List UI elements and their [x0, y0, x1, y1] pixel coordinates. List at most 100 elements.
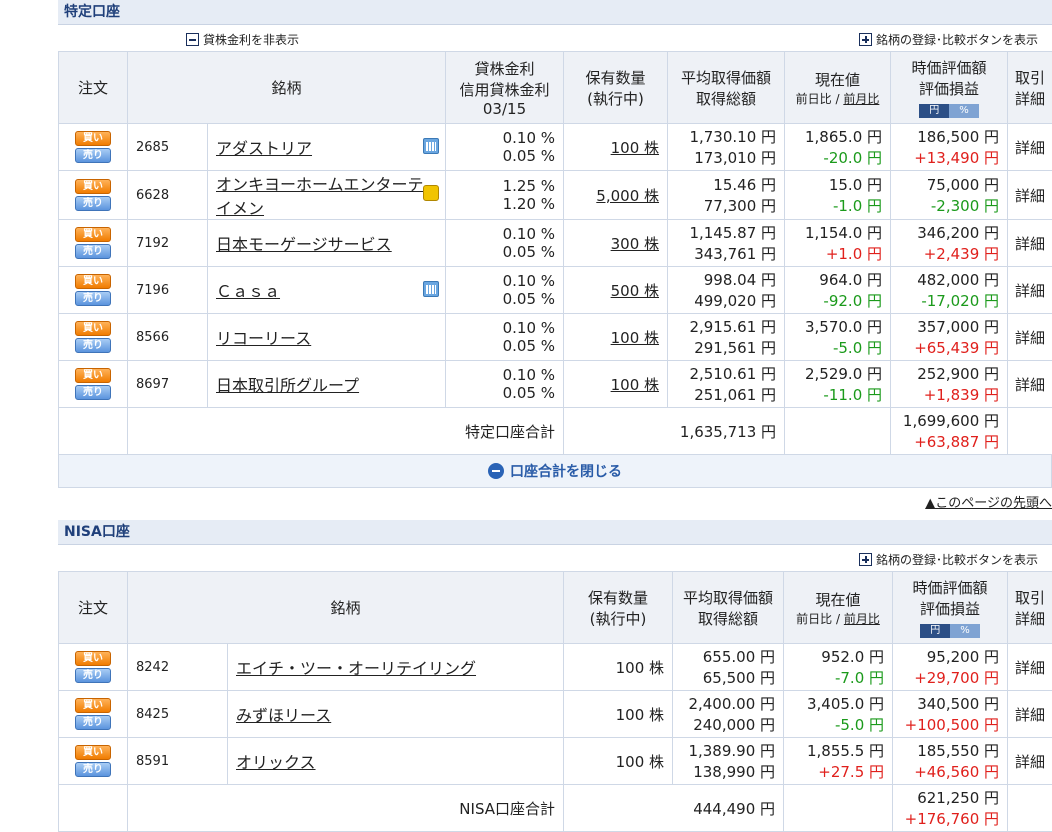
detail-link[interactable]: 詳細: [1008, 267, 1052, 314]
nisa-pct-toggle-button[interactable]: %: [950, 624, 980, 638]
sell-button[interactable]: 売り: [75, 148, 111, 163]
col-rate: 貸株金利 信用貸株金利 03/15: [446, 52, 564, 124]
total-blank2: [785, 408, 891, 455]
coin-icon[interactable]: [423, 185, 439, 201]
detail-link[interactable]: 詳細: [1008, 644, 1052, 691]
rate-cell: 0.10 %0.05 %: [446, 124, 564, 171]
current-price: 952.0 円: [792, 646, 884, 667]
buy-button[interactable]: 買い: [75, 745, 111, 760]
price-cell: 3,570.0 円-5.0 円: [785, 314, 891, 361]
qty-link[interactable]: 100 株: [611, 139, 659, 157]
detail-link[interactable]: 詳細: [1008, 691, 1052, 738]
yen-pct-toggle[interactable]: 円%: [919, 104, 979, 118]
market-value: 95,200 円: [901, 646, 999, 667]
nisa-total-row: NISA口座合計 444,490 円 621,250 円 +176,760 円: [59, 785, 1052, 832]
buy-button[interactable]: 買い: [75, 698, 111, 713]
to-top-label: ▲このページの先頭へ: [925, 496, 1052, 511]
total-cost: 240,000 円: [681, 714, 775, 735]
qty-link[interactable]: 5,000 株: [596, 187, 659, 205]
compare-toggle[interactable]: 銘柄の登録･比較ボタンを表示: [859, 31, 1038, 48]
pct-toggle-button[interactable]: %: [949, 104, 979, 118]
tokutei-section-title: 特定口座: [58, 0, 1052, 25]
stock-name-link[interactable]: 日本モーゲージサービス: [216, 235, 392, 254]
buy-button[interactable]: 買い: [75, 274, 111, 289]
nisa-toolbar: 銘柄の登録･比較ボタンを表示: [58, 545, 1052, 571]
nisa-compare-toggle[interactable]: 銘柄の登録･比較ボタンを表示: [859, 551, 1038, 568]
sell-button[interactable]: 売り: [75, 668, 111, 683]
qty-cell: 5,000 株: [564, 171, 668, 220]
price-cell: 1,865.0 円-20.0 円: [785, 124, 891, 171]
sell-button[interactable]: 売り: [75, 196, 111, 211]
stock-name-link[interactable]: リコーリース: [216, 329, 311, 348]
margin-lending-rate: 0.05 %: [454, 384, 555, 402]
margin-lending-rate: 0.05 %: [454, 337, 555, 355]
value-cell: 252,900 円+1,839 円: [891, 361, 1008, 408]
month-change-link[interactable]: 前月比: [843, 92, 879, 106]
sell-button[interactable]: 売り: [75, 715, 111, 730]
total-cost: 499,020 円: [676, 290, 776, 311]
qty-link[interactable]: 500 株: [611, 282, 659, 300]
stock-name-link[interactable]: アダストリア: [216, 139, 312, 158]
avg-cell: 2,400.00 円240,000 円: [673, 691, 784, 738]
stock-name-link[interactable]: みずほリース: [236, 706, 331, 725]
detail-link[interactable]: 詳細: [1008, 361, 1052, 408]
qty-link[interactable]: 100 株: [611, 376, 659, 394]
detail-link[interactable]: 詳細: [1008, 220, 1052, 267]
detail-link[interactable]: 詳細: [1008, 738, 1052, 785]
tokutei-total-row: 特定口座合計 1,635,713 円 1,699,600 円 +63,887 円: [59, 408, 1052, 455]
detail-link[interactable]: 詳細: [1008, 124, 1052, 171]
buy-button[interactable]: 買い: [75, 368, 111, 383]
buy-button[interactable]: 買い: [75, 179, 111, 194]
price-cell: 964.0 円-92.0 円: [785, 267, 891, 314]
buy-button[interactable]: 買い: [75, 131, 111, 146]
detail-link[interactable]: 詳細: [1008, 171, 1052, 220]
detail-link[interactable]: 詳細: [1008, 314, 1052, 361]
sell-button[interactable]: 売り: [75, 762, 111, 777]
sell-button[interactable]: 売り: [75, 291, 111, 306]
calendar-icon[interactable]: [423, 138, 439, 154]
current-price: 15.0 円: [793, 174, 882, 195]
buy-button[interactable]: 買い: [75, 651, 111, 666]
calendar-icon[interactable]: [423, 281, 439, 297]
order-cell: 買い売り: [59, 738, 128, 785]
col-rate-date: 03/15: [454, 100, 555, 118]
stock-name-link[interactable]: オリックス: [236, 753, 316, 772]
close-total-button[interactable]: 口座合計を閉じる: [58, 455, 1052, 488]
stock-name-link[interactable]: Ｃａｓａ: [216, 282, 280, 301]
buy-button[interactable]: 買い: [75, 321, 111, 336]
rate-cell: 0.10 %0.05 %: [446, 267, 564, 314]
col-value: 時価評価額 評価損益 円%: [891, 52, 1008, 124]
buy-button[interactable]: 買い: [75, 227, 111, 242]
qty-link[interactable]: 300 株: [611, 235, 659, 253]
value-cell: 186,500 円+13,490 円: [891, 124, 1008, 171]
sell-button[interactable]: 売り: [75, 338, 111, 353]
tokutei-holdings-table: 注文 銘柄 貸株金利 信用貸株金利 03/15 保有数量 (執行中) 平均取得価…: [58, 51, 1052, 455]
nisa-col-price-line1: 現在値: [792, 589, 884, 610]
sell-button[interactable]: 売り: [75, 244, 111, 259]
profit-loss: +1,839 円: [899, 384, 999, 405]
nisa-yen-toggle-button[interactable]: 円: [920, 624, 950, 638]
stock-name-link[interactable]: エイチ・ツー・オーリテイリング: [236, 659, 476, 678]
stock-name-link[interactable]: 日本取引所グループ: [216, 376, 359, 395]
holding-row: 買い売り8566リコーリース0.10 %0.05 %100 株2,915.61 …: [59, 314, 1052, 361]
hide-rate-toggle[interactable]: 貸株金利を非表示: [186, 31, 299, 48]
order-cell: 買い売り: [59, 267, 128, 314]
tokutei-total-pl: +63,887 円: [899, 431, 999, 452]
nisa-total-pl: +176,760 円: [901, 808, 999, 829]
holding-row: 買い売り8425みずほリース100 株2,400.00 円240,000 円3,…: [59, 691, 1052, 738]
price-change: -1.0 円: [793, 195, 882, 216]
qty-link[interactable]: 100 株: [611, 329, 659, 347]
holding-row: 買い売り8591オリックス100 株1,389.90 円138,990 円1,8…: [59, 738, 1052, 785]
close-total-label: 口座合計を閉じる: [510, 461, 622, 481]
nisa-month-change-link[interactable]: 前月比: [844, 612, 880, 626]
stock-name-link[interactable]: オンキヨーホームエンターテイメン: [216, 175, 424, 218]
qty-cell: 100 株: [564, 124, 668, 171]
yen-toggle-button[interactable]: 円: [919, 104, 949, 118]
col-rate-line2: 信用貸株金利: [454, 79, 555, 100]
sell-button[interactable]: 売り: [75, 385, 111, 400]
market-value: 185,550 円: [901, 740, 999, 761]
to-top-link[interactable]: ▲このページの先頭へ: [58, 492, 1052, 510]
current-price: 1,865.0 円: [793, 126, 882, 147]
nisa-yen-pct-toggle[interactable]: 円%: [920, 624, 980, 638]
total-blank: [59, 785, 128, 832]
